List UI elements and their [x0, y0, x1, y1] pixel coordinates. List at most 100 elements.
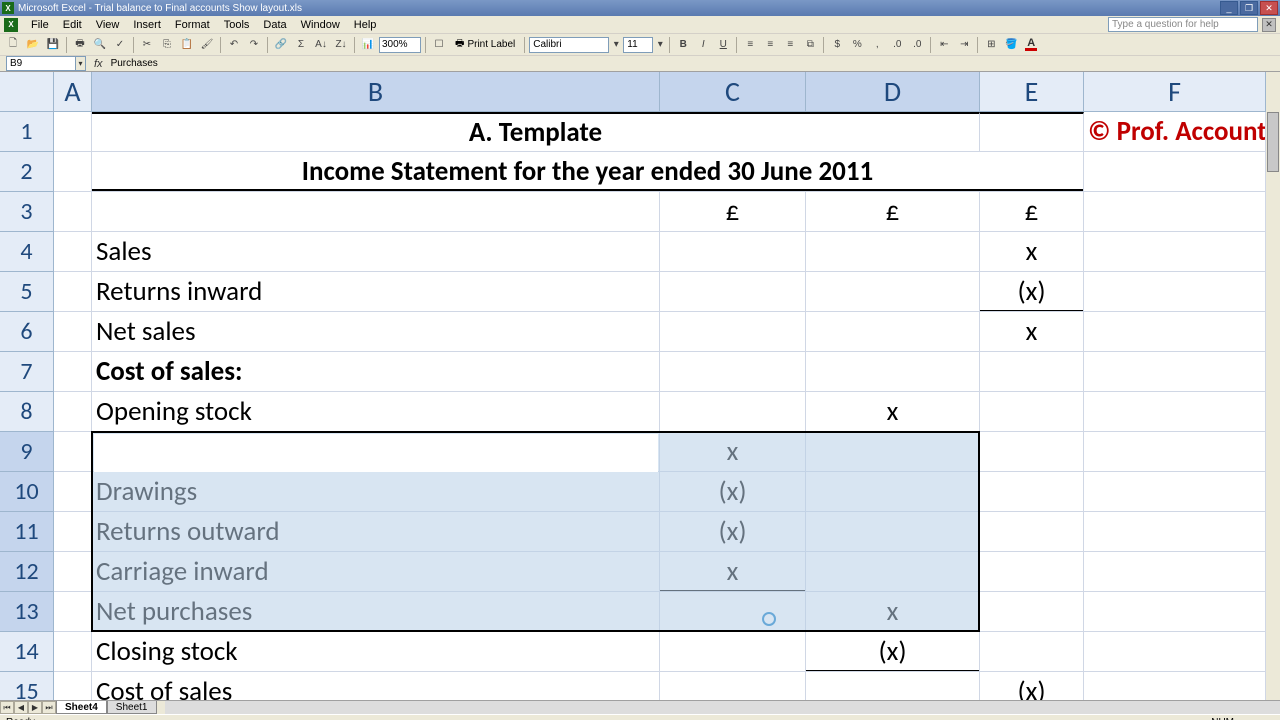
row-header[interactable]: 5 — [0, 272, 54, 312]
col-header-c[interactable]: C — [660, 72, 806, 112]
cell-c[interactable] — [660, 352, 806, 392]
cell-a[interactable] — [54, 192, 92, 232]
cell-e[interactable]: (x) — [980, 272, 1084, 312]
cell-f[interactable] — [1084, 672, 1266, 700]
cell-e[interactable]: x — [980, 312, 1084, 352]
cell-f[interactable] — [1084, 592, 1266, 632]
col-header-b[interactable]: B — [92, 72, 660, 112]
cell-b-merged[interactable]: Income Statement for the year ended 30 J… — [92, 152, 1084, 192]
sheet-tab-inactive[interactable]: Sheet1 — [107, 701, 157, 714]
menu-data[interactable]: Data — [256, 18, 293, 32]
menu-help[interactable]: Help — [347, 18, 384, 32]
cell-f[interactable]: © Prof. Accounting — [1084, 112, 1266, 152]
name-box-dropdown-icon[interactable]: ▾ — [76, 56, 86, 71]
cell-b[interactable]: Sales — [92, 232, 660, 272]
select-all-corner[interactable] — [0, 72, 54, 112]
paste-icon[interactable]: 📋 — [178, 36, 196, 54]
cell-e[interactable] — [980, 352, 1084, 392]
fill-color-icon[interactable]: 🪣 — [1002, 36, 1020, 54]
cell-a[interactable] — [54, 552, 92, 592]
open-icon[interactable]: 📂 — [24, 36, 42, 54]
cell-c[interactable]: x — [660, 552, 806, 592]
help-search-input[interactable]: Type a question for help — [1108, 17, 1258, 32]
cell-d[interactable]: (x) — [806, 632, 980, 672]
cell-b[interactable]: Purchases — [92, 432, 660, 472]
cell-c[interactable]: x — [660, 432, 806, 472]
scrollbar-thumb[interactable] — [1267, 112, 1279, 172]
cell-c[interactable]: £ — [660, 192, 806, 232]
tab-nav-last[interactable]: ⏭ — [42, 701, 56, 714]
col-header-d[interactable]: D — [806, 72, 980, 112]
cut-icon[interactable]: ✂ — [138, 36, 156, 54]
cell-e[interactable] — [980, 112, 1084, 152]
cell-e[interactable]: x — [980, 232, 1084, 272]
save-icon[interactable]: 💾 — [44, 36, 62, 54]
cell-e[interactable]: (x) — [980, 672, 1084, 700]
cell-a[interactable] — [54, 512, 92, 552]
cell-c[interactable]: (x) — [660, 512, 806, 552]
spreadsheet-grid[interactable]: A B C D E F 123456789101112131415 A. Tem… — [0, 72, 1280, 700]
cell-a[interactable] — [54, 272, 92, 312]
new-icon[interactable]: 🗋 — [4, 36, 22, 54]
cell-a[interactable] — [54, 352, 92, 392]
cell-d[interactable]: £ — [806, 192, 980, 232]
borders-icon[interactable]: ⊞ — [982, 36, 1000, 54]
cell-a[interactable] — [54, 152, 92, 192]
cell-e[interactable] — [980, 512, 1084, 552]
cell-a[interactable] — [54, 592, 92, 632]
menu-window[interactable]: Window — [294, 18, 347, 32]
font-dropdown-icon[interactable]: ▾ — [611, 36, 621, 54]
unknown-toggle-icon[interactable]: ☐ — [430, 36, 448, 54]
row-header[interactable]: 1 — [0, 112, 54, 152]
currency-icon[interactable]: $ — [828, 36, 846, 54]
row-header[interactable]: 2 — [0, 152, 54, 192]
row-header[interactable]: 3 — [0, 192, 54, 232]
cell-c[interactable] — [660, 392, 806, 432]
row-header[interactable]: 15 — [0, 672, 54, 700]
menu-tools[interactable]: Tools — [217, 18, 257, 32]
row-header[interactable]: 8 — [0, 392, 54, 432]
cell-a[interactable] — [54, 312, 92, 352]
col-header-f[interactable]: F — [1084, 72, 1266, 112]
menu-file[interactable]: File — [24, 18, 56, 32]
row-header[interactable]: 9 — [0, 432, 54, 472]
font-size-select[interactable]: 11 — [623, 37, 653, 53]
cell-d[interactable]: x — [806, 592, 980, 632]
cell-b[interactable]: Cost of sales — [92, 672, 660, 700]
cell-e[interactable] — [980, 632, 1084, 672]
cell-b[interactable] — [92, 192, 660, 232]
cell-e[interactable] — [980, 592, 1084, 632]
cell-d[interactable] — [806, 472, 980, 512]
cell-d[interactable] — [806, 512, 980, 552]
menu-edit[interactable]: Edit — [56, 18, 89, 32]
maximize-button[interactable]: ❐ — [1240, 1, 1258, 15]
cell-d[interactable]: x — [806, 392, 980, 432]
decrease-decimal-icon[interactable]: .0 — [908, 36, 926, 54]
row-header[interactable]: 11 — [0, 512, 54, 552]
name-box[interactable]: B9 — [6, 56, 76, 71]
cell-c[interactable] — [660, 632, 806, 672]
menu-insert[interactable]: Insert — [126, 18, 168, 32]
close-button[interactable]: ✕ — [1260, 1, 1278, 15]
cell-b[interactable]: Returns inward — [92, 272, 660, 312]
row-header[interactable]: 14 — [0, 632, 54, 672]
cell-a[interactable] — [54, 432, 92, 472]
cell-b[interactable]: Returns outward — [92, 512, 660, 552]
decrease-indent-icon[interactable]: ⇤ — [935, 36, 953, 54]
bold-icon[interactable]: B — [674, 36, 692, 54]
format-painter-icon[interactable]: 🖌 — [198, 36, 216, 54]
row-header[interactable]: 12 — [0, 552, 54, 592]
cell-f[interactable] — [1084, 632, 1266, 672]
cell-e[interactable]: £ — [980, 192, 1084, 232]
tab-nav-prev[interactable]: ◀ — [14, 701, 28, 714]
zoom-input[interactable]: 300% — [379, 37, 421, 53]
font-select[interactable]: Calibri — [529, 37, 609, 53]
cell-f[interactable] — [1084, 352, 1266, 392]
minimize-button[interactable]: _ — [1220, 1, 1238, 15]
cell-b[interactable]: Drawings — [92, 472, 660, 512]
cell-c[interactable] — [660, 272, 806, 312]
cell-d[interactable] — [806, 272, 980, 312]
cell-e[interactable] — [980, 472, 1084, 512]
sort-asc-icon[interactable]: A↓ — [312, 36, 330, 54]
merge-center-icon[interactable]: ⧉ — [801, 36, 819, 54]
